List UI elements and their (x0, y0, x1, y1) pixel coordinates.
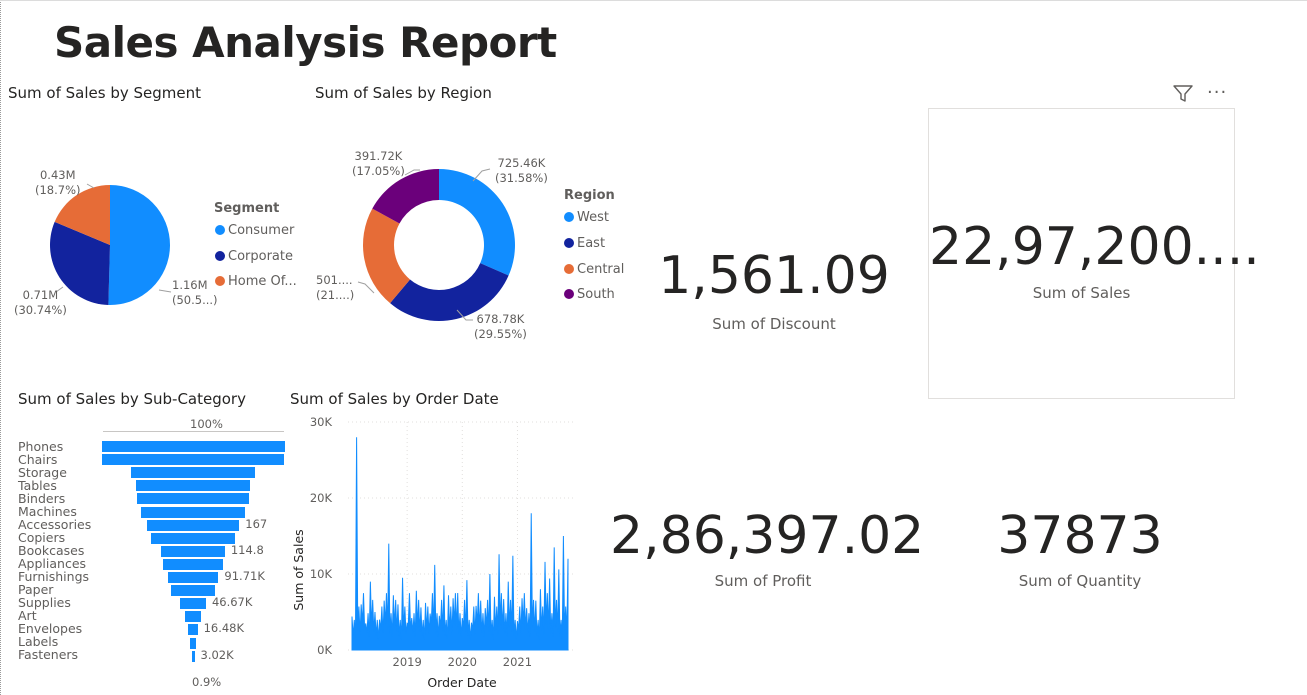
pie-slice-consumer[interactable] (108, 185, 170, 305)
legend-item-corporate[interactable]: Corporate (215, 249, 293, 264)
funnel-bar[interactable] (185, 611, 201, 623)
legend-item-east[interactable]: East (564, 236, 605, 251)
date-line-svg: 0K 10K 20K 30K 2019 2020 2021 Sum of Sales Or… (291, 415, 576, 690)
segment-pie-visual[interactable]: Sum of Sales by Segment 1.16M (50.5...) 0… (6, 84, 306, 334)
legend-item-home-office[interactable]: Home Of... (215, 274, 297, 289)
canvas-top-border (0, 0, 1307, 1)
region-donut-visual[interactable]: Sum of Sales by Region 725.46K (31.58%) 6… (310, 84, 630, 354)
date-x-tick-labels: 2019 2020 2021 (393, 655, 533, 669)
date-x-axis-title: Order Date (427, 675, 497, 690)
orderdate-line-visual[interactable]: Sum of Sales by Order Date 0K 10K 20K 30K 2… (288, 390, 588, 692)
funnel-bar[interactable] (130, 467, 256, 479)
funnel-bar[interactable] (151, 532, 235, 544)
leader-line-central (357, 281, 375, 294)
funnel-top-percent: 100% (190, 417, 223, 431)
funnel-value-label: 16.48K (203, 621, 245, 636)
segment-label-corporate: 0.71M (30.74%) (14, 288, 67, 317)
date-y-tick: 0K (317, 643, 332, 657)
date-y-tick: 20K (310, 491, 333, 505)
funnel-bar[interactable] (161, 545, 225, 557)
report-title: Sales Analysis Report (54, 18, 557, 67)
segment-legend-title: Segment (214, 201, 280, 216)
funnel-chart-title: Sum of Sales by Sub-Category (18, 390, 246, 408)
funnel-bar[interactable] (171, 585, 215, 597)
date-x-tick: 2021 (503, 655, 532, 669)
sales-value: 22,97,200.... (929, 217, 1260, 277)
canvas-left-border (0, 0, 3, 695)
date-x-tick: 2019 (393, 655, 422, 669)
region-label-west: 725.46K (31.58%) (495, 156, 548, 185)
profit-value: 2,86,397.02 (610, 506, 925, 566)
funnel-bar[interactable] (136, 493, 250, 505)
funnel-bar[interactable] (191, 650, 195, 662)
legend-item-central[interactable]: Central (564, 262, 624, 277)
date-series-area[interactable] (351, 437, 569, 651)
filter-icon[interactable] (1172, 84, 1194, 108)
quantity-value: 37873 (997, 506, 1163, 566)
leader-line-home-office (86, 183, 95, 189)
discount-card[interactable]: 1,561.09 Sum of Discount (640, 240, 908, 340)
funnel-bar[interactable] (189, 637, 197, 649)
funnel-category-list: Phones Chairs Storage Tables Binders Machines… (18, 440, 91, 661)
funnel-bar[interactable] (135, 480, 251, 492)
region-legend-title: Region (564, 188, 615, 203)
discount-label: Sum of Discount (712, 315, 836, 333)
funnel-bar[interactable] (102, 454, 284, 466)
funnel-value-label: 91.71K (224, 569, 265, 583)
funnel-bar[interactable] (146, 519, 240, 531)
quantity-label: Sum of Quantity (1018, 572, 1142, 590)
region-label-central: 501.... (21....) (316, 273, 355, 302)
funnel-value-label: 167 (245, 516, 268, 531)
profit-label: Sum of Profit (714, 572, 812, 590)
funnel-bar[interactable] (163, 558, 223, 570)
sales-label: Sum of Sales (1032, 284, 1131, 302)
date-y-tick-labels: 0K 10K 20K 30K (310, 415, 333, 657)
funnel-value-label: 46.67K (211, 595, 253, 610)
region-label-east: 678.78K (29.55%) (474, 312, 527, 341)
date-x-tick: 2020 (448, 655, 477, 669)
quantity-card[interactable]: 37873 Sum of Quantity (960, 500, 1200, 600)
funnel-bar[interactable] (180, 598, 206, 610)
date-y-tick: 10K (310, 567, 333, 581)
funnel-value-label: 3.02K (200, 647, 234, 662)
date-series-fill (351, 437, 569, 651)
date-y-axis-title: Sum of Sales (291, 529, 306, 610)
funnel-bar[interactable] (101, 441, 285, 452)
funnel-bottom-percent: 0.9% (192, 675, 222, 689)
region-label-south: 391.72K (17.05%) (352, 149, 405, 178)
profit-card[interactable]: 2,86,397.02 Sum of Profit (610, 500, 925, 600)
legend-item-consumer[interactable]: Consumer (215, 223, 294, 238)
funnel-bar[interactable] (188, 624, 198, 636)
funnel-bar[interactable] (167, 572, 219, 583)
funnel-bar[interactable] (140, 506, 246, 518)
sales-card[interactable]: 22,97,200.... Sum of Sales (928, 108, 1260, 399)
funnel-value-label: 114.8 (230, 542, 264, 557)
date-y-tick: 30K (310, 415, 333, 429)
leader-line-consumer (158, 289, 172, 293)
legend-item-south[interactable]: South (564, 287, 615, 302)
discount-value: 1,561.09 (658, 246, 890, 306)
more-options-icon[interactable]: ··· (1207, 82, 1227, 103)
funnel-category-label: Fasteners (18, 647, 79, 662)
segment-label-home-office: 0.43M (18.7%) (35, 168, 81, 197)
subcategory-funnel-visual[interactable]: Sum of Sales by Sub-Category 100% Phones… (14, 390, 290, 692)
legend-item-west[interactable]: West (564, 210, 609, 225)
funnel-top-line (103, 431, 284, 432)
segment-label-consumer: 1.16M (50.5...) (172, 278, 218, 307)
